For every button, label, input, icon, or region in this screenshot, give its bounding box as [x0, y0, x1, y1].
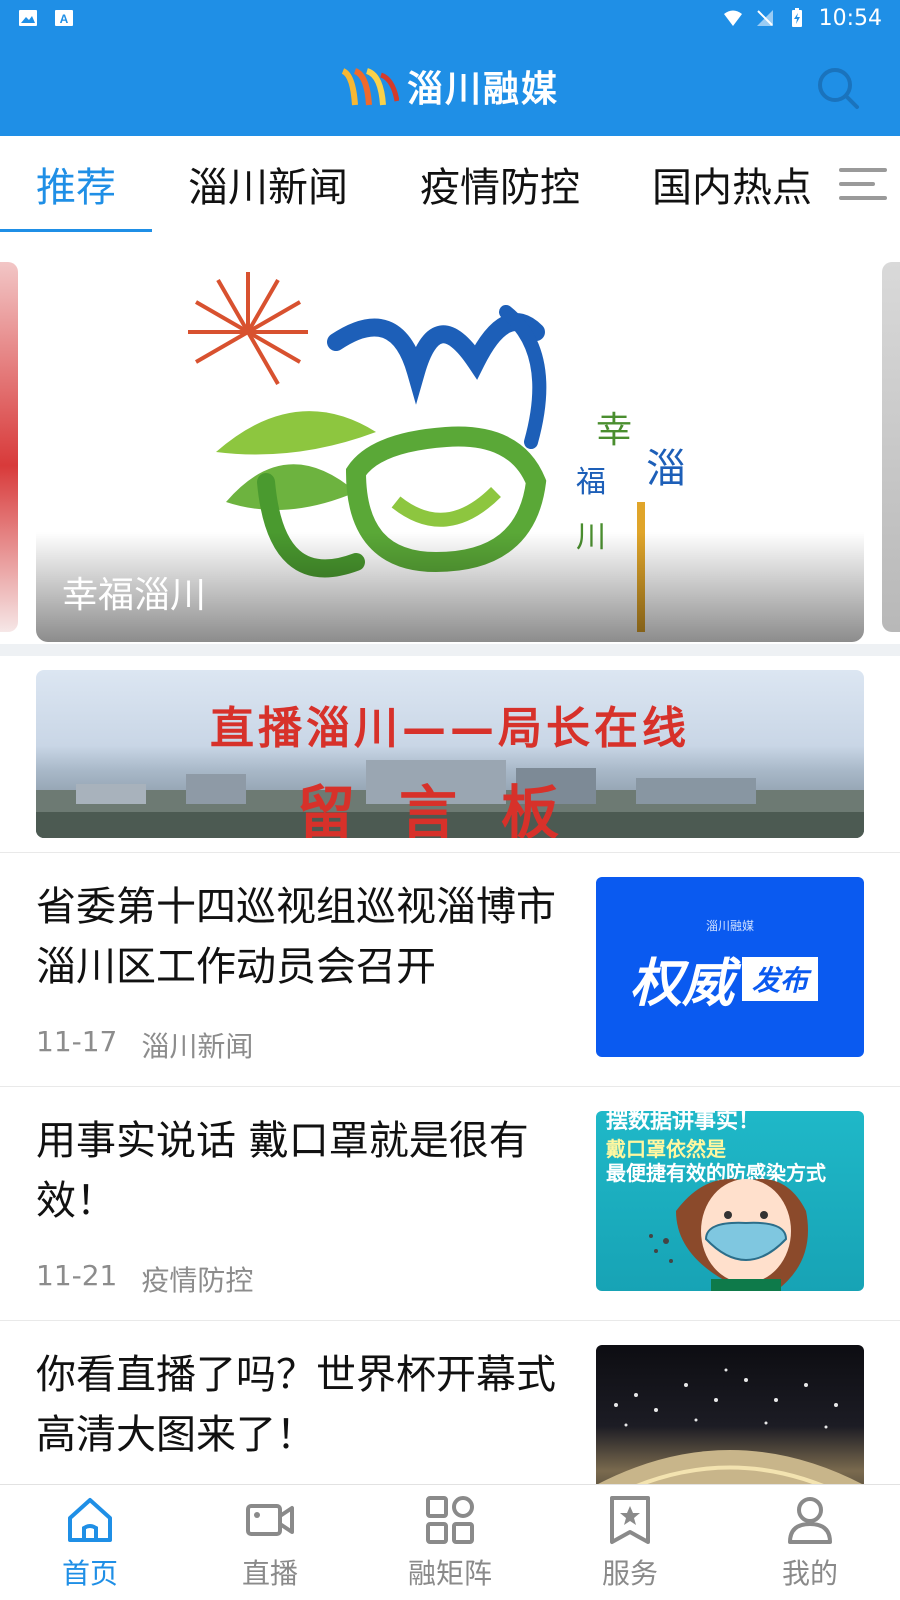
- banner-subtitle: 留言板: [296, 779, 603, 838]
- video-camera-icon: [246, 1503, 294, 1536]
- news-date: 11-17: [36, 1025, 118, 1058]
- news-meta: 11-21 疫情防控: [36, 1259, 253, 1299]
- grid-icon: [426, 1495, 474, 1544]
- tab-domestic[interactable]: 国内热点: [616, 136, 848, 232]
- brand: 淄川融媒: [341, 60, 559, 112]
- news-category: 疫情防控: [141, 1264, 254, 1297]
- banner-title: 直播淄川——局长在线: [210, 703, 690, 754]
- news-thumbnail[interactable]: 淄川融媒 权威 发布: [596, 877, 864, 1057]
- masked-person-illustration: [649, 1179, 808, 1291]
- nav-matrix[interactable]: 融矩阵: [360, 1485, 540, 1600]
- status-time: 10:54: [818, 5, 882, 31]
- nav-label: 直播: [241, 1556, 298, 1590]
- nav-service[interactable]: 服务: [540, 1485, 720, 1600]
- nav-label: 首页: [61, 1556, 118, 1590]
- news-meta: 11-17 淄川新闻: [36, 1025, 253, 1065]
- live-message-board-banner[interactable]: 直播淄川——局长在线 留言板: [36, 670, 864, 838]
- wave-logo: [341, 68, 399, 106]
- nav-label: 服务: [601, 1556, 658, 1590]
- news-title[interactable]: 省委第十四巡视组巡视淄博市淄川区工作动员会召开: [36, 877, 556, 997]
- status-left-icons: A: [18, 8, 74, 28]
- tab-zichuan-news[interactable]: 淄川新闻: [152, 136, 384, 232]
- carousel-slide[interactable]: 幸 福 淄 川 幸福淄川: [36, 262, 864, 642]
- news-item[interactable]: 省委第十四巡视组巡视淄博市淄川区工作动员会召开 11-17 淄川新闻 淄川融媒 …: [0, 852, 900, 1086]
- menu-icon: [839, 168, 887, 200]
- thumb-brand: 淄川融媒: [705, 919, 754, 933]
- status-bar: A 10:54: [0, 0, 900, 36]
- bookmark-star-icon: [610, 1495, 650, 1544]
- nav-mine[interactable]: 我的: [720, 1485, 900, 1600]
- news-date: 11-21: [36, 1259, 118, 1292]
- wifi-icon: [723, 10, 742, 26]
- news-item[interactable]: 用事实说话 戴口罩就是很有效！ 11-21 疫情防控 摆数据讲事实！ 戴口罩依然…: [0, 1086, 900, 1320]
- thumb-big-text: 权威: [630, 954, 735, 1014]
- news-category: 淄川新闻: [141, 1030, 254, 1063]
- app-screen: A 10:54 淄川融媒 推荐 淄川新闻 疫情防控 国内热点 幸 福 淄 幸福淄…: [0, 0, 900, 1600]
- status-right-icons: 10:54: [723, 6, 882, 31]
- app-title: 淄川融媒: [406, 69, 559, 110]
- nav-label: 融矩阵: [407, 1556, 492, 1590]
- carousel-caption: 幸福淄川: [36, 532, 864, 642]
- section-divider: [0, 644, 900, 656]
- news-thumbnail[interactable]: 摆数据讲事实！ 戴口罩依然是 最便捷有效的防感染方式: [596, 1111, 864, 1291]
- news-title[interactable]: 你看直播了吗？世界杯开幕式高清大图来了！: [36, 1345, 556, 1465]
- nav-home[interactable]: 首页: [0, 1485, 180, 1600]
- news-list: 省委第十四巡视组巡视淄博市淄川区工作动员会召开 11-17 淄川新闻 淄川融媒 …: [0, 852, 900, 1554]
- image-icon: [19, 10, 37, 26]
- no-signal-icon: [756, 10, 773, 26]
- svg-text:A: A: [60, 12, 69, 26]
- svg-text:福: 福: [576, 465, 606, 500]
- tab-recommend[interactable]: 推荐: [0, 136, 152, 232]
- carousel-prev-slide[interactable]: [0, 262, 18, 632]
- nav-live[interactable]: 直播: [180, 1485, 360, 1600]
- search-icon[interactable]: [816, 66, 860, 110]
- nav-label: 我的: [781, 1556, 838, 1590]
- news-title[interactable]: 用事实说话 戴口罩就是很有效！: [36, 1111, 556, 1231]
- thumb-badge: 发布: [742, 957, 819, 1001]
- user-icon: [788, 1496, 832, 1544]
- carousel[interactable]: 幸 福 淄 川 幸福淄川: [0, 262, 900, 642]
- bottom-navigation: 首页 直播 融矩阵 服务 我的: [0, 1484, 900, 1600]
- carousel-next-slide[interactable]: [882, 262, 900, 632]
- app-header: 淄川融媒: [0, 36, 900, 136]
- logo-side-char-1: 幸: [596, 410, 632, 451]
- home-icon: [68, 1497, 112, 1542]
- tab-epidemic[interactable]: 疫情防控: [384, 136, 616, 232]
- svg-text:淄: 淄: [646, 446, 686, 492]
- category-tabs: 推荐 淄川新闻 疫情防控 国内热点: [0, 136, 900, 232]
- tab-menu-button[interactable]: [836, 158, 890, 210]
- battery-charging-icon: [791, 8, 802, 27]
- font-a-icon: A: [55, 10, 73, 26]
